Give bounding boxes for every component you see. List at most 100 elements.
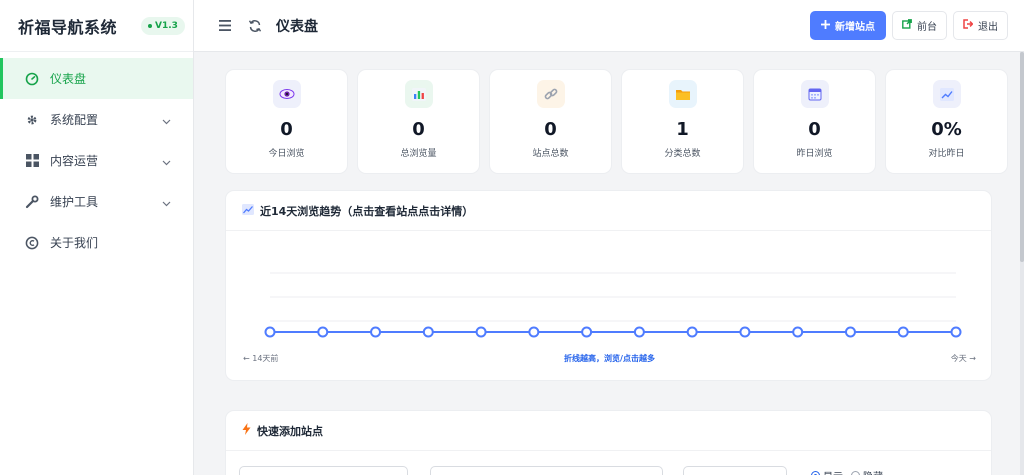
chart-end-label: 今天 → [950,354,976,363]
version-label: V1.3 [155,20,178,31]
top-header: 仪表盘 新增站点 前台 退出 [194,0,1024,52]
chart-point[interactable] [897,326,909,338]
chart-point[interactable] [950,326,962,338]
chevron-down-icon [162,196,171,210]
stat-label: 对比昨日 [928,149,965,159]
frontend-button[interactable]: 前台 [892,11,947,40]
stat-value: 0 [808,119,821,140]
external-link-icon [902,19,912,32]
stat-label: 昨日浏览 [796,149,833,159]
chevron-down-icon [162,155,171,169]
version-badge: V1.3 [141,16,185,35]
chart-point[interactable] [686,326,698,338]
gear-icon [24,112,40,128]
chart-point[interactable] [792,326,804,338]
visibility-radio-group: 显示 隐藏 [811,468,883,475]
chevron-down-icon [162,114,171,128]
stat-value: 1 [676,119,689,140]
sidebar-item-label: 内容运营 [50,154,99,168]
stat-label: 分类总数 [664,149,701,159]
sidebar-item-system-config[interactable]: 系统配置 [0,99,193,140]
stat-value: 0% [931,119,962,140]
logout-label: 退出 [978,22,998,33]
stat-value: 0 [412,119,425,140]
logout-icon [963,19,974,32]
sidebar-nav: 仪表盘 系统配置 内容运营 维护工具 关于我们 [0,58,193,263]
radio-show-label: 显示 [823,468,843,475]
sidebar-item-maintenance[interactable]: 维护工具 [0,181,193,222]
stat-card: 0 站点总数 [489,69,612,174]
trend-chart-card: 近14天浏览趋势（点击查看站点点击详情） ← 14天前 折线越高，浏览/点击越多… [225,190,992,381]
stat-card: 0 总浏览量 [357,69,480,174]
header-actions: 新增站点 前台 退出 [810,11,1008,40]
chart-point[interactable] [317,326,329,338]
sidebar-item-dashboard[interactable]: 仪表盘 [0,58,193,99]
chart-point[interactable] [528,326,540,338]
chart-point[interactable] [264,326,276,338]
chart-point[interactable] [581,326,593,338]
stat-value: 0 [544,119,557,140]
radio-hide-label: 隐藏 [863,468,883,475]
eye-icon [272,80,301,108]
radio-hide[interactable]: 隐藏 [851,468,883,475]
stat-label: 站点总数 [532,149,569,159]
trend-line-chart[interactable] [226,231,993,351]
logout-button[interactable]: 退出 [953,11,1008,40]
chart-point[interactable] [844,326,856,338]
scrollbar-thumb[interactable] [1020,52,1024,262]
sidebar-item-label: 系统配置 [50,113,99,127]
radio-checked-icon [811,471,820,475]
frontend-label: 前台 [917,22,937,33]
trend-icon [242,203,254,218]
trend-chart-header: 近14天浏览趋势（点击查看站点点击详情） [226,191,991,231]
sidebar-item-content-ops[interactable]: 内容运营 [0,140,193,181]
stat-card: 1 分类总数 [621,69,744,174]
stat-card: 0 昨日浏览 [753,69,876,174]
radio-unchecked-icon [851,471,860,475]
calendar-icon [800,80,829,108]
folder-icon [668,80,697,108]
chart-point[interactable] [422,326,434,338]
plus-icon [821,19,830,32]
chart-point[interactable] [739,326,751,338]
bar-chart-icon [404,80,433,108]
brand: 祈福导航系统 V1.3 [0,0,193,52]
sidebar-item-label: 关于我们 [50,236,99,250]
stat-value: 0 [280,119,293,140]
stats-row: 0 今日浏览 0 总浏览量 0 站点总数 1 分类总数 0 昨日浏览 0% 对比… [225,69,1008,174]
chart-point[interactable] [370,326,382,338]
trend-icon [932,80,961,108]
grid-icon [24,153,40,169]
stat-card: 0 今日浏览 [225,69,348,174]
quick-add-header: 快速添加站点 [226,411,991,451]
category-select[interactable] [683,466,787,475]
chart-point[interactable] [475,326,487,338]
site-name-input[interactable] [239,466,408,475]
add-site-button[interactable]: 新增站点 [810,11,886,40]
sidebar-item-about[interactable]: 关于我们 [0,222,193,263]
stat-label: 今日浏览 [268,149,305,159]
page-title: 仪表盘 [276,18,318,35]
stat-label: 总浏览量 [400,149,437,159]
quick-add-card: 快速添加站点 显示 隐藏 [225,410,992,475]
add-site-label: 新增站点 [835,22,875,33]
site-url-input[interactable] [430,466,663,475]
link-icon [536,80,565,108]
stat-card: 0% 对比昨日 [885,69,1008,174]
dashboard-icon [24,71,40,87]
lightning-icon [242,423,251,438]
app-title: 祈福导航系统 [18,17,118,37]
sidebar-item-label: 维护工具 [50,195,99,209]
sidebar-item-label: 仪表盘 [50,72,87,86]
main-content: 0 今日浏览 0 总浏览量 0 站点总数 1 分类总数 0 昨日浏览 0% 对比… [194,52,1024,475]
copyright-icon [24,235,40,251]
chart-point[interactable] [633,326,645,338]
trend-chart-footer: ← 14天前 折线越高，浏览/点击越多 今天 → [226,353,993,367]
status-dot-icon [148,23,153,28]
radio-show[interactable]: 显示 [811,468,843,475]
refresh-icon[interactable] [246,17,264,35]
menu-toggle-icon[interactable] [216,17,234,35]
trend-chart-title: 近14天浏览趋势（点击查看站点点击详情） [260,204,474,218]
sidebar: 祈福导航系统 V1.3 仪表盘 系统配置 内容运营 维护工具 关于我们 [0,0,194,475]
wrench-icon [24,194,40,210]
